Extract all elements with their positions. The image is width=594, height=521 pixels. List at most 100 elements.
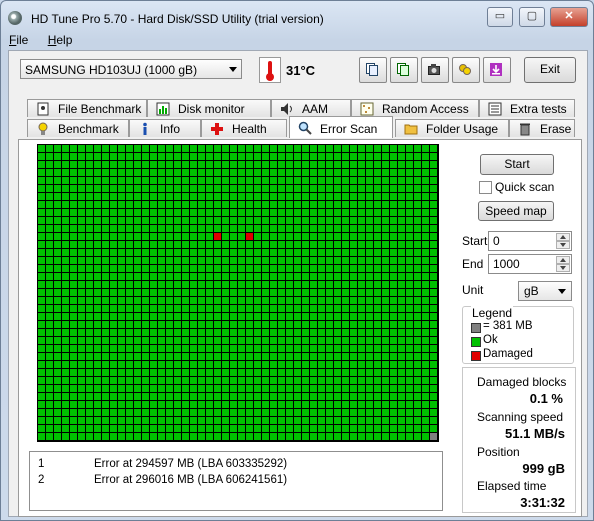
- tab-file-benchmark[interactable]: File Benchmark: [27, 99, 147, 117]
- tab-error-scan[interactable]: Error Scan: [289, 116, 393, 138]
- copy-all-button[interactable]: [390, 57, 418, 83]
- ok-block: [78, 297, 85, 304]
- ok-block: [150, 329, 157, 336]
- ok-block: [126, 361, 133, 368]
- ok-block: [118, 321, 125, 328]
- ok-block: [230, 177, 237, 184]
- ok-block: [326, 169, 333, 176]
- ok-block: [366, 361, 373, 368]
- ok-block: [398, 273, 405, 280]
- ok-block: [254, 321, 261, 328]
- ok-block: [230, 345, 237, 352]
- start-spinbox[interactable]: 0: [488, 231, 572, 251]
- ok-block: [406, 417, 413, 424]
- drive-dropdown[interactable]: SAMSUNG HD103UJ (1000 gB): [20, 59, 242, 79]
- tab-health[interactable]: Health: [201, 119, 287, 137]
- ok-block: [70, 417, 77, 424]
- ok-block: [110, 337, 117, 344]
- ok-block: [318, 401, 325, 408]
- ok-block: [142, 145, 149, 152]
- ok-block: [422, 297, 429, 304]
- ok-block: [142, 201, 149, 208]
- ok-block: [422, 185, 429, 192]
- ok-block: [166, 369, 173, 376]
- ok-block: [46, 401, 53, 408]
- ok-block: [126, 337, 133, 344]
- ok-block: [342, 337, 349, 344]
- save-button[interactable]: [483, 57, 511, 83]
- spin-up-icon[interactable]: [556, 256, 570, 264]
- ok-block: [142, 385, 149, 392]
- speed-map-button[interactable]: Speed map: [478, 201, 554, 221]
- tab-disk-monitor[interactable]: Disk monitor: [147, 99, 271, 117]
- ok-block: [198, 321, 205, 328]
- ok-block: [430, 281, 437, 288]
- ok-block: [78, 161, 85, 168]
- ok-block: [94, 329, 101, 336]
- options-button[interactable]: [452, 57, 480, 83]
- tab-benchmark[interactable]: Benchmark: [27, 119, 129, 137]
- ok-block: [214, 305, 221, 312]
- tab-folder-usage[interactable]: Folder Usage: [395, 119, 509, 137]
- end-spinbox[interactable]: 1000: [488, 254, 572, 274]
- ok-block: [262, 337, 269, 344]
- ok-block: [294, 241, 301, 248]
- title-bar[interactable]: HD Tune Pro 5.70 - Hard Disk/SSD Utility…: [1, 1, 593, 33]
- ok-block: [382, 393, 389, 400]
- tab-aam[interactable]: AAM: [271, 99, 351, 117]
- menu-file[interactable]: File: [9, 33, 28, 47]
- ok-block: [334, 185, 341, 192]
- tab-erase[interactable]: Erase: [509, 119, 575, 137]
- ok-block: [342, 377, 349, 384]
- ok-block: [342, 321, 349, 328]
- ok-block: [382, 345, 389, 352]
- ok-block: [254, 433, 261, 440]
- ok-block: [102, 177, 109, 184]
- ok-block: [414, 433, 421, 440]
- ok-block: [86, 321, 93, 328]
- scan-block-map: [38, 145, 437, 440]
- ok-block: [430, 257, 437, 264]
- ok-block: [246, 161, 253, 168]
- start-button[interactable]: Start: [480, 154, 554, 175]
- ok-block: [38, 209, 45, 216]
- menu-help[interactable]: Help: [48, 33, 73, 47]
- ok-block: [102, 153, 109, 160]
- quick-scan-checkbox[interactable]: [479, 181, 492, 194]
- tab-extra-tests[interactable]: Extra tests: [479, 99, 575, 117]
- spin-down-icon[interactable]: [556, 264, 570, 272]
- ok-block: [166, 225, 173, 232]
- client-area: SAMSUNG HD103UJ (1000 gB) 31°C Exit File…: [8, 50, 588, 517]
- ok-block: [38, 329, 45, 336]
- tab-info[interactable]: Info: [129, 119, 201, 137]
- ok-block: [174, 177, 181, 184]
- copy-info-button[interactable]: [359, 57, 387, 83]
- ok-block: [70, 289, 77, 296]
- unit-dropdown[interactable]: gB: [518, 281, 572, 301]
- ok-block: [262, 353, 269, 360]
- ok-block: [374, 169, 381, 176]
- ok-block: [318, 225, 325, 232]
- ok-block: [246, 281, 253, 288]
- ok-block: [134, 177, 141, 184]
- spin-up-icon[interactable]: [556, 233, 570, 241]
- ok-block: [270, 401, 277, 408]
- ok-block: [390, 265, 397, 272]
- ok-block: [206, 161, 213, 168]
- tab-random-access[interactable]: Random Access: [351, 99, 479, 117]
- minimize-button[interactable]: ▭: [487, 7, 513, 27]
- ok-block: [422, 249, 429, 256]
- ok-block: [414, 385, 421, 392]
- ok-block: [150, 145, 157, 152]
- ok-block: [350, 201, 357, 208]
- ok-block: [246, 145, 253, 152]
- error-list[interactable]: 1 Error at 294597 MB (LBA 603335292) 2 E…: [29, 451, 443, 511]
- spin-down-icon[interactable]: [556, 241, 570, 249]
- screenshot-button[interactable]: [421, 57, 449, 83]
- ok-block: [422, 361, 429, 368]
- close-button[interactable]: ✕: [550, 7, 588, 27]
- exit-button[interactable]: Exit: [524, 57, 576, 83]
- ok-block: [342, 385, 349, 392]
- ok-block: [78, 241, 85, 248]
- maximize-button[interactable]: ▢: [519, 7, 545, 27]
